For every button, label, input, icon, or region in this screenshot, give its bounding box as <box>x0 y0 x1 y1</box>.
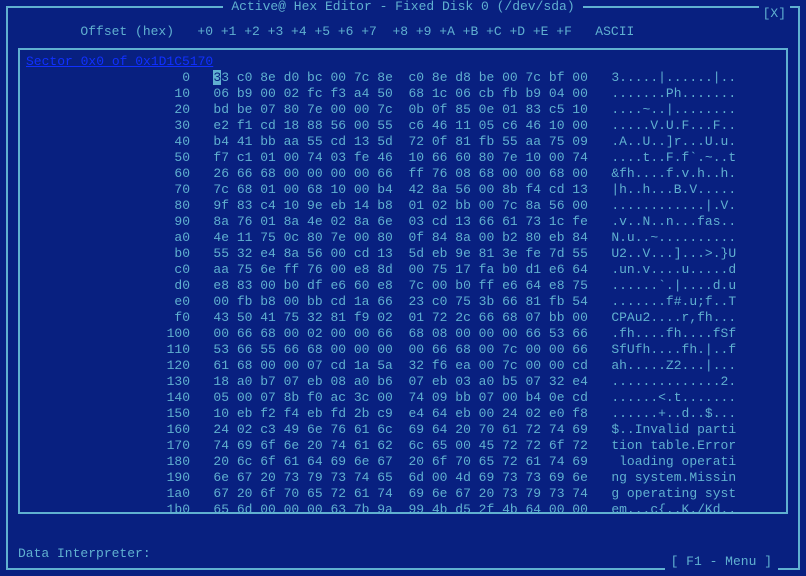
offset: b0 <box>26 246 190 262</box>
hex-row[interactable]: 180 20 6c 6f 61 64 69 6e 67 20 6f 70 65 … <box>26 454 780 470</box>
window-title: Active@ Hex Editor - Fixed Disk 0 (/dev/… <box>8 0 798 15</box>
column-headers: Offset (hex) +0 +1 +2 +3 +4 +5 +6 +7 +8 … <box>18 24 788 40</box>
hex-row[interactable]: 70 7c 68 01 00 68 10 00 b4 42 8a 56 00 8… <box>26 182 780 198</box>
hex-row[interactable]: 190 6e 67 20 73 79 73 74 65 6d 00 4d 69 … <box>26 470 780 486</box>
offset: f0 <box>26 310 190 326</box>
hex-row[interactable]: d0 e8 83 00 b0 df e6 60 e8 7c 00 b0 ff e… <box>26 278 780 294</box>
ascii-column: |h..h...B.V..... <box>611 182 736 198</box>
offset: 100 <box>26 326 190 342</box>
ascii-column: ....t..F.f`.~..t <box>611 150 736 166</box>
ascii-column: $..Invalid parti <box>611 422 736 438</box>
hex-row[interactable]: b0 55 32 e4 8a 56 00 cd 13 5d eb 9e 81 3… <box>26 246 780 262</box>
menu-hint[interactable]: [ F1 - Menu ] <box>665 554 778 570</box>
ascii-column: loading operati <box>611 454 736 470</box>
ascii-column: .v..N..n...fas.. <box>611 214 736 230</box>
hex-row[interactable]: 90 8a 76 01 8a 4e 02 8a 6e 03 cd 13 66 6… <box>26 214 780 230</box>
ascii-column: SfUfh....fh.|..f <box>611 342 736 358</box>
offset: 180 <box>26 454 190 470</box>
offset: 160 <box>26 422 190 438</box>
offset: c0 <box>26 262 190 278</box>
ascii-column: ......<.t....... <box>611 390 736 406</box>
hex-row[interactable]: 1b0 65 6d 00 00 00 63 7b 9a 99 4b d5 2f … <box>26 502 780 514</box>
ascii-column: 3.....|......|.. <box>611 70 736 86</box>
ascii-column: .A..U..]r...U.u. <box>611 134 736 150</box>
ascii-column: .......Ph....... <box>611 86 736 102</box>
offset: 20 <box>26 102 190 118</box>
offset: 60 <box>26 166 190 182</box>
hex-row[interactable]: 80 9f 83 c4 10 9e eb 14 b8 01 02 bb 00 7… <box>26 198 780 214</box>
offset: 50 <box>26 150 190 166</box>
offset: 40 <box>26 134 190 150</box>
ascii-column: &fh....f.v.h..h. <box>611 166 736 182</box>
ascii-column: .....V.U.F...F.. <box>611 118 736 134</box>
hex-row[interactable]: 130 18 a0 b7 07 eb 08 a0 b6 07 eb 03 a0 … <box>26 374 780 390</box>
ascii-column: ..............2. <box>611 374 736 390</box>
hex-row[interactable]: 120 61 68 00 00 07 cd 1a 5a 32 f6 ea 00 … <box>26 358 780 374</box>
hex-view[interactable]: Sector 0x0 of 0x1D1C5170 0 33 c0 8e d0 b… <box>18 48 788 514</box>
ascii-column: U2..V...]...>.}U <box>611 246 736 262</box>
cursor-byte[interactable]: 3 <box>213 70 221 85</box>
offset: 30 <box>26 118 190 134</box>
hex-row[interactable]: 50 f7 c1 01 00 74 03 fe 46 10 66 60 80 7… <box>26 150 780 166</box>
ascii-column: .......f#.u;f..T <box>611 294 736 310</box>
offset: 1a0 <box>26 486 190 502</box>
offset: 1b0 <box>26 502 190 514</box>
hex-row[interactable]: c0 aa 75 6e ff 76 00 e8 8d 00 75 17 fa b… <box>26 262 780 278</box>
close-icon[interactable]: [X] <box>759 6 790 22</box>
hex-row[interactable]: 20 bd be 07 80 7e 00 00 7c 0b 0f 85 0e 0… <box>26 102 780 118</box>
ascii-column: ............|.V. <box>611 198 736 214</box>
hex-row[interactable]: 10 06 b9 00 02 fc f3 a4 50 68 1c 06 cb f… <box>26 86 780 102</box>
hex-row[interactable]: 30 e2 f1 cd 18 88 56 00 55 c6 46 11 05 c… <box>26 118 780 134</box>
hex-row[interactable]: f0 43 50 41 75 32 81 f9 02 01 72 2c 66 6… <box>26 310 780 326</box>
offset: a0 <box>26 230 190 246</box>
hex-row[interactable]: 40 b4 41 bb aa 55 cd 13 5d 72 0f 81 fb 5… <box>26 134 780 150</box>
offset: 170 <box>26 438 190 454</box>
hex-row[interactable]: a0 4e 11 75 0c 80 7e 00 80 0f 84 8a 00 b… <box>26 230 780 246</box>
ascii-column: ng system.Missin <box>611 470 736 486</box>
hex-row[interactable]: 1a0 67 20 6f 70 65 72 61 74 69 6e 67 20 … <box>26 486 780 502</box>
ascii-column: .fh....fh....fSf <box>611 326 736 342</box>
ascii-column: ....~..|........ <box>611 102 736 118</box>
offset: d0 <box>26 278 190 294</box>
ascii-column: g operating syst <box>611 486 736 502</box>
offset: 70 <box>26 182 190 198</box>
offset: 10 <box>26 86 190 102</box>
main-frame: Active@ Hex Editor - Fixed Disk 0 (/dev/… <box>6 6 800 570</box>
sector-label: Sector 0x0 of 0x1D1C5170 <box>26 54 780 70</box>
ascii-column: N.u..~.......... <box>611 230 736 246</box>
offset: 110 <box>26 342 190 358</box>
hex-row[interactable]: 140 05 00 07 8b f0 ac 3c 00 74 09 bb 07 … <box>26 390 780 406</box>
hex-row[interactable]: 0 33 c0 8e d0 bc 00 7c 8e c0 8e d8 be 00… <box>26 70 780 86</box>
ascii-column: .un.v....u.....d <box>611 262 736 278</box>
offset: e0 <box>26 294 190 310</box>
hex-row[interactable]: 100 00 66 68 00 02 00 00 66 68 08 00 00 … <box>26 326 780 342</box>
hex-row[interactable]: 60 26 66 68 00 00 00 00 66 ff 76 08 68 0… <box>26 166 780 182</box>
hex-row[interactable]: 150 10 eb f2 f4 eb fd 2b c9 e4 64 eb 00 … <box>26 406 780 422</box>
ascii-column: CPAu2....r,fh... <box>611 310 736 326</box>
offset: 150 <box>26 406 190 422</box>
offset: 90 <box>26 214 190 230</box>
hex-row[interactable]: e0 00 fb b8 00 bb cd 1a 66 23 c0 75 3b 6… <box>26 294 780 310</box>
ascii-column: ......`.|....d.u <box>611 278 736 294</box>
offset: 120 <box>26 358 190 374</box>
hex-row[interactable]: 170 74 69 6f 6e 20 74 61 62 6c 65 00 45 … <box>26 438 780 454</box>
offset: 190 <box>26 470 190 486</box>
ascii-column: tion table.Error <box>611 438 736 454</box>
ascii-column: ......+..d..$... <box>611 406 736 422</box>
ascii-column: em...c{..K./Kd.. <box>611 502 736 514</box>
ascii-column: ah.....Z2...|... <box>611 358 736 374</box>
hex-row[interactable]: 160 24 02 c3 49 6e 76 61 6c 69 64 20 70 … <box>26 422 780 438</box>
offset: 80 <box>26 198 190 214</box>
offset: 130 <box>26 374 190 390</box>
hex-row[interactable]: 110 53 66 55 66 68 00 00 00 00 66 68 00 … <box>26 342 780 358</box>
offset: 140 <box>26 390 190 406</box>
offset: 0 <box>26 70 190 86</box>
